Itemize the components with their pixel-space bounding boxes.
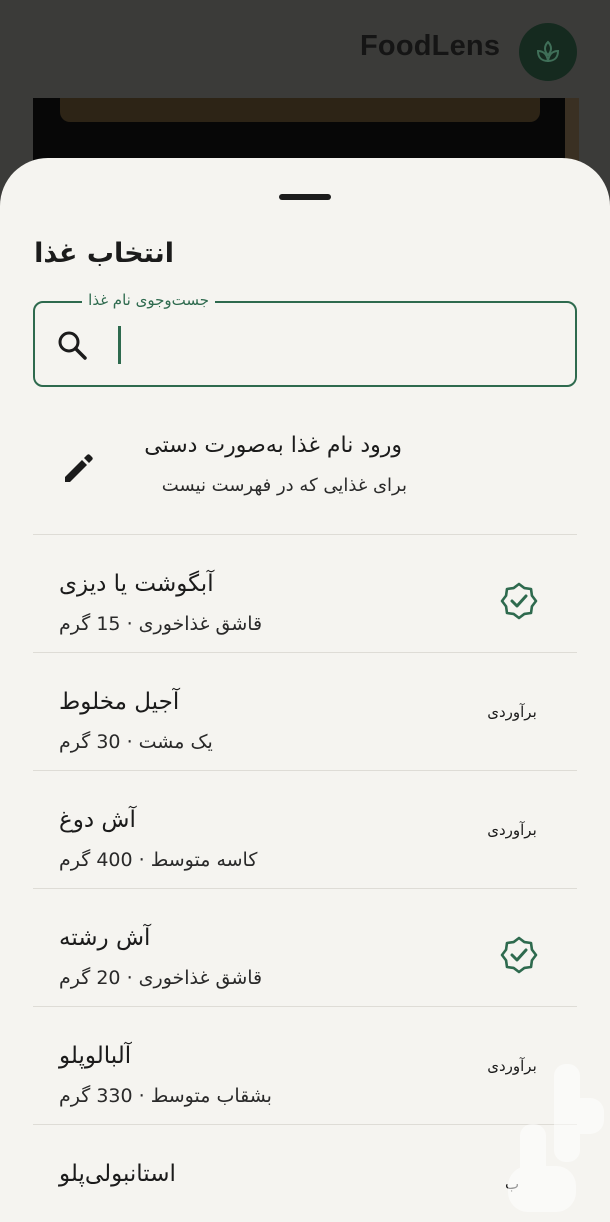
- estimated-badge: برآوردی: [487, 703, 537, 721]
- search-label: جست‌وجوی نام غذا: [82, 291, 215, 309]
- food-name: آجیل مخلوط: [59, 689, 180, 715]
- food-serving: کاسه متوسط · 400 گرم: [59, 849, 258, 871]
- watermark-logo: [508, 1064, 604, 1212]
- food-list-item[interactable]: آلبالوپلو بشقاب متوسط · 330 گرم برآوردی: [33, 1007, 577, 1125]
- verified-icon: [500, 936, 538, 974]
- manual-entry-subtitle: برای غذایی که در فهرست نیست: [161, 475, 407, 496]
- food-serving: قاشق غذاخوری · 20 گرم: [59, 967, 263, 989]
- food-serving: یک مشت · 30 گرم: [59, 731, 213, 753]
- food-list-item[interactable]: استانبولی‌پلوب: [33, 1125, 577, 1222]
- manual-entry-option[interactable]: ورود نام غذا به‌صورت دستی برای غذایی که …: [33, 413, 577, 523]
- food-list: آبگوشت یا دیزی قاشق غذاخوری · 15 گرم آجیل …: [33, 535, 577, 1222]
- food-serving: قاشق غذاخوری · 15 گرم: [59, 613, 263, 635]
- food-name: آش دوغ: [59, 807, 136, 833]
- app-title: FoodLens: [360, 30, 501, 62]
- food-list-item[interactable]: آبگوشت یا دیزی قاشق غذاخوری · 15 گرم: [33, 535, 577, 653]
- pencil-icon: [65, 454, 93, 482]
- search-icon: [58, 331, 87, 360]
- food-name: آش رشته: [59, 925, 151, 951]
- sheet-title: انتخاب غذا: [34, 238, 174, 269]
- food-name: آبگوشت یا دیزی: [59, 571, 214, 597]
- text-caret: [118, 326, 121, 364]
- background-card-inner: [60, 98, 540, 122]
- manual-entry-title: ورود نام غذا به‌صورت دستی: [144, 433, 402, 458]
- drag-handle[interactable]: [279, 194, 331, 200]
- food-list-item[interactable]: آجیل مخلوط یک مشت · 30 گرم برآوردی: [33, 653, 577, 771]
- food-name: استانبولی‌پلو: [59, 1161, 176, 1187]
- food-list-item[interactable]: آش دوغ کاسه متوسط · 400 گرم برآوردی: [33, 771, 577, 889]
- leaf-icon[interactable]: [519, 23, 577, 81]
- food-list-item[interactable]: آش رشته قاشق غذاخوری · 20 گرم: [33, 889, 577, 1007]
- food-name: آلبالوپلو: [59, 1043, 132, 1069]
- food-serving: بشقاب متوسط · 330 گرم: [59, 1085, 272, 1107]
- verified-icon: [500, 582, 538, 620]
- search-input[interactable]: [115, 321, 555, 367]
- search-field[interactable]: جست‌وجوی نام غذا: [33, 291, 577, 387]
- estimated-badge: برآوردی: [487, 821, 537, 839]
